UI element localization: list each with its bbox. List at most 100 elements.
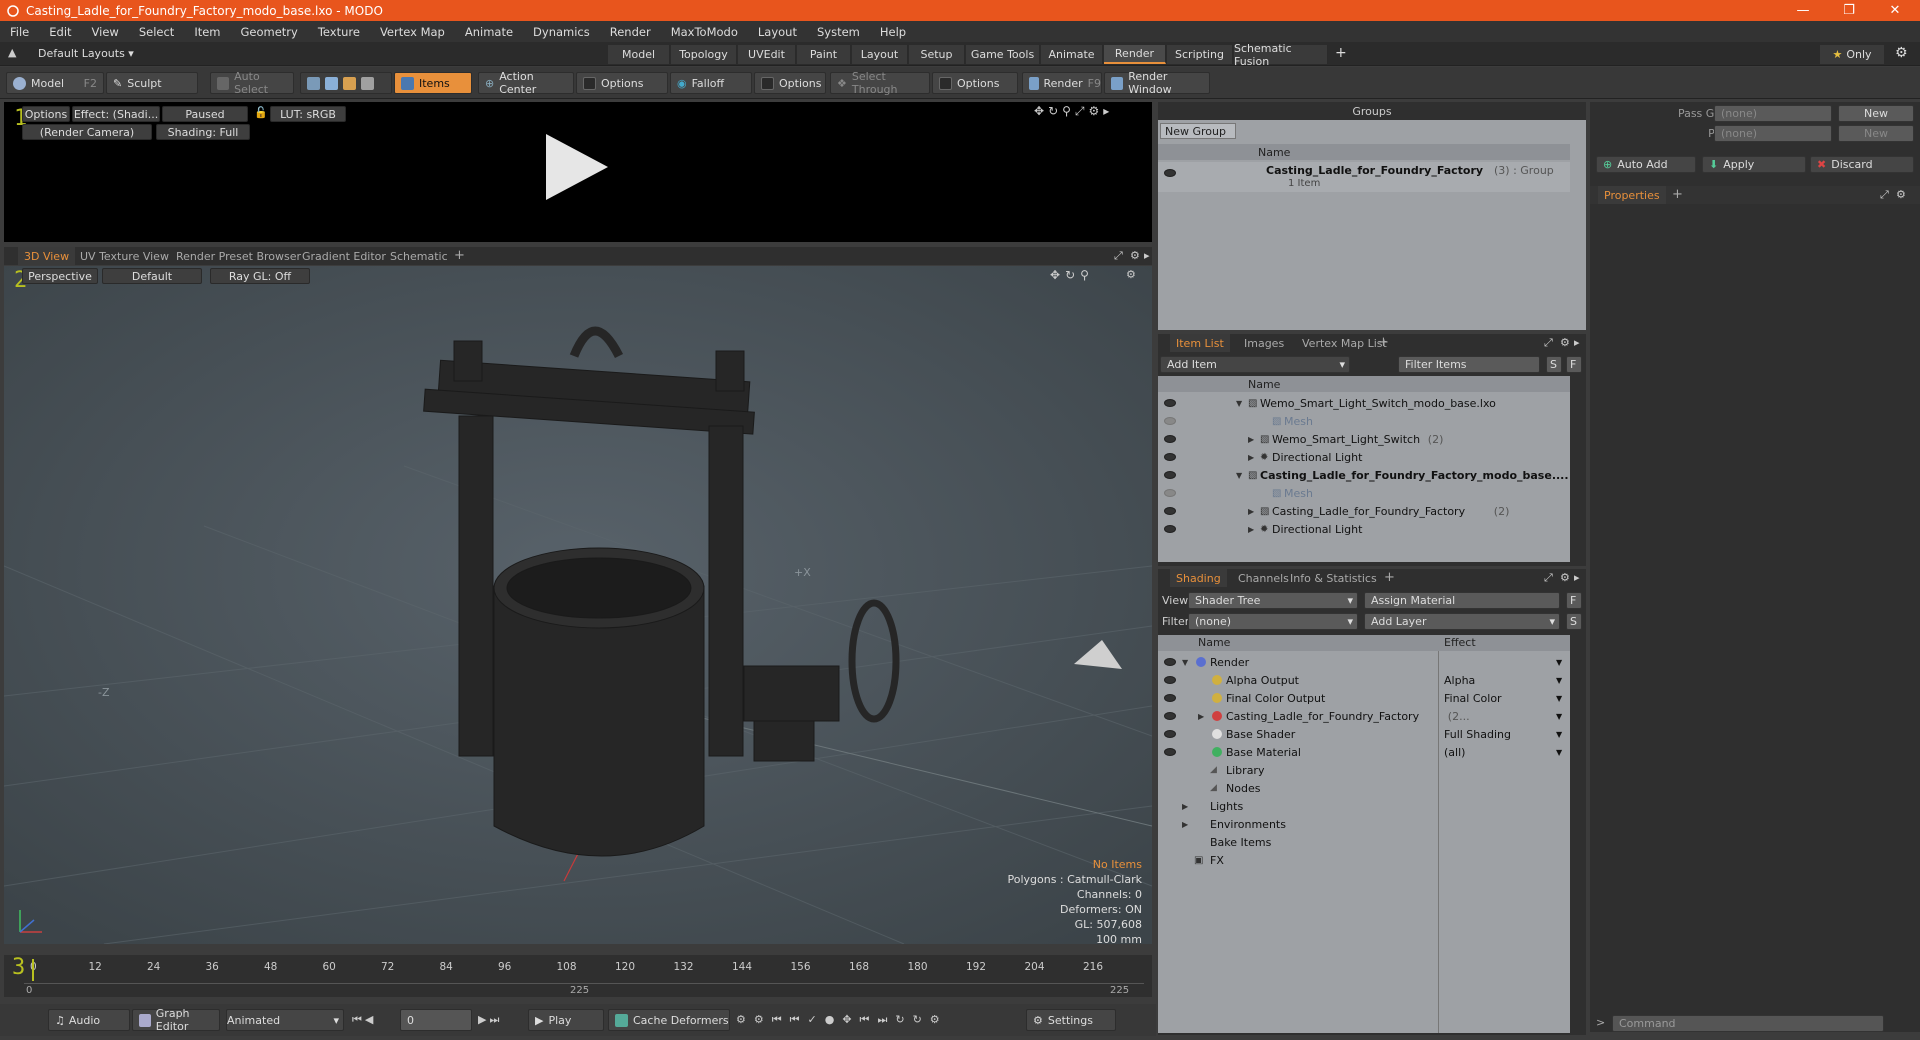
- gear-icon[interactable]: ⚙: [1089, 104, 1104, 118]
- item-list-row[interactable]: ▼ ▧ Wemo_Smart_Light_Switch_modo_base.lxo: [1158, 394, 1570, 412]
- tab-uv-texture-view[interactable]: UV Texture View: [74, 247, 175, 265]
- filter-items-input[interactable]: Filter Items: [1398, 356, 1540, 373]
- edges-mode-icon[interactable]: [325, 76, 338, 90]
- shader-tree-row[interactable]: Alpha Output Alpha ▼: [1158, 671, 1570, 689]
- eye-icon[interactable]: [1164, 417, 1176, 425]
- layout-tab-model[interactable]: Model: [608, 45, 670, 64]
- gear-icon[interactable]: ⚙: [1895, 45, 1908, 61]
- zoom-icon[interactable]: ⚲: [1080, 268, 1094, 282]
- gear-icon[interactable]: ⚙: [1896, 188, 1906, 201]
- raygl-dropdown[interactable]: Ray GL: Off: [210, 268, 310, 284]
- eye-icon[interactable]: [1164, 471, 1176, 479]
- playhead[interactable]: [32, 959, 34, 981]
- vertices-mode-icon[interactable]: [307, 76, 320, 90]
- new-pass-button[interactable]: New: [1838, 125, 1914, 142]
- maximize-icon[interactable]: ⤢: [1544, 571, 1553, 585]
- add-tab-icon[interactable]: +: [1672, 187, 1683, 202]
- eye-icon[interactable]: [1164, 694, 1176, 702]
- new-pass-group-button[interactable]: New: [1838, 105, 1914, 122]
- tab-gradient-editor[interactable]: Gradient Editor: [296, 247, 392, 265]
- menu-item-item[interactable]: Item: [184, 25, 230, 39]
- menu-item-maxtomodo[interactable]: MaxToModo: [661, 25, 748, 39]
- play-button[interactable]: ▶ Play: [528, 1009, 604, 1031]
- model-mode-button[interactable]: Model F2: [6, 72, 104, 94]
- shader-tree-row[interactable]: ▶ Lights: [1158, 797, 1570, 815]
- timeline[interactable]: 3 0 12 24 36 48 60 72 84 96 108 120 132 144 156 168 180…: [4, 955, 1152, 997]
- falloff-options-button[interactable]: Options: [754, 72, 826, 94]
- maximize-icon[interactable]: ⤢: [1880, 188, 1889, 202]
- item-list-row[interactable]: ▶ ▧ Casting_Ladle_for_Foundry_Factory (2): [1158, 502, 1570, 520]
- zoom-icon[interactable]: ⚲: [1062, 104, 1075, 118]
- chevron-right-icon[interactable]: ▶: [1248, 507, 1254, 516]
- item-list-row[interactable]: ▶ ▧ Wemo_Smart_Light_Switch (2): [1158, 430, 1570, 448]
- menu-item-help[interactable]: Help: [870, 25, 916, 39]
- select-through-button[interactable]: ❖ Select Through: [830, 70, 930, 96]
- eye-icon[interactable]: [1164, 507, 1176, 515]
- shader-tree-row[interactable]: ◢ Nodes: [1158, 779, 1570, 797]
- add-tab-icon[interactable]: +: [1378, 335, 1389, 350]
- item-list-row[interactable]: ▶ ✹ Directional Light: [1158, 520, 1570, 538]
- maximize-button[interactable]: ❐: [1826, 0, 1872, 21]
- menu-item-select[interactable]: Select: [129, 25, 184, 39]
- lut-dropdown[interactable]: LUT: sRGB: [270, 106, 346, 122]
- maximize-icon[interactable]: ⤢: [1075, 104, 1089, 118]
- transport-skip-start-icons[interactable]: ⏮◀: [352, 1013, 376, 1027]
- perspective-dropdown[interactable]: Perspective: [22, 268, 98, 284]
- add-layout-icon[interactable]: +: [1335, 45, 1347, 61]
- eye-icon[interactable]: [1164, 676, 1176, 684]
- rotate-icon[interactable]: ↻: [1065, 268, 1080, 282]
- lock-icon[interactable]: 🔓: [254, 106, 268, 119]
- menu-item-layout[interactable]: Layout: [748, 25, 807, 39]
- play-icon[interactable]: [542, 132, 612, 202]
- layout-tab-topology[interactable]: Topology: [671, 45, 737, 64]
- polygons-mode-icon[interactable]: [343, 76, 356, 90]
- chevron-down-icon[interactable]: ▼: [1556, 748, 1562, 757]
- 3d-viewport[interactable]: 2 Perspective Default Ray GL: Off ✥↻⚲ ⚙ …: [4, 266, 1152, 944]
- menu-item-animate[interactable]: Animate: [455, 25, 523, 39]
- auto-add-button[interactable]: ⊕ Auto Add: [1596, 156, 1696, 173]
- materials-mode-icon[interactable]: [361, 76, 374, 90]
- arrow-right-icon[interactable]: ▸: [1103, 104, 1113, 118]
- maximize-icon[interactable]: ⤢: [1114, 249, 1123, 263]
- menu-item-geometry[interactable]: Geometry: [231, 25, 308, 39]
- chevron-down-icon[interactable]: ▼: [1556, 658, 1562, 667]
- eye-icon[interactable]: [1164, 748, 1176, 756]
- gear-icon[interactable]: ⚙: [1130, 249, 1140, 262]
- render-camera-dropdown[interactable]: (Render Camera): [22, 124, 152, 140]
- menu-item-system[interactable]: System: [807, 25, 870, 39]
- rotate-icon[interactable]: ↻: [1048, 104, 1062, 118]
- chevron-right-icon[interactable]: ▶: [1248, 525, 1254, 534]
- action-center-options-button[interactable]: Options: [576, 72, 668, 94]
- eye-icon[interactable]: [1164, 399, 1176, 407]
- chevron-down-icon[interactable]: ▼: [1556, 676, 1562, 685]
- menu-item-render[interactable]: Render: [600, 25, 661, 39]
- settings-button[interactable]: ⚙ Settings: [1026, 1009, 1116, 1031]
- render-options-button[interactable]: Options: [22, 106, 70, 122]
- render-window-button[interactable]: Render Window: [1104, 70, 1210, 96]
- key-tools-icons[interactable]: ⚙⚙⏮⏮✓●✥⏮⏭↻↻⚙: [736, 1013, 948, 1027]
- chevron-right-icon[interactable]: ▶: [1248, 435, 1254, 444]
- tab-shading[interactable]: Shading: [1170, 569, 1227, 587]
- arrow-right-icon[interactable]: ▸: [1574, 571, 1580, 584]
- filter-f-button[interactable]: F: [1566, 356, 1582, 373]
- chevron-right-icon[interactable]: ▶: [1182, 820, 1188, 829]
- shader-tree-row[interactable]: ▶ Casting_Ladle_for_Foundry_Factory (2... ▼: [1158, 707, 1570, 725]
- tab-images[interactable]: Images: [1238, 334, 1290, 352]
- shader-tree-row[interactable]: ◢ Library: [1158, 761, 1570, 779]
- chevron-right-icon[interactable]: ▶: [1182, 802, 1188, 811]
- menu-item-view[interactable]: View: [82, 25, 129, 39]
- assign-material-button[interactable]: Assign Material: [1364, 592, 1560, 609]
- action-center-button[interactable]: ⊕ Action Center: [478, 70, 574, 96]
- eye-icon[interactable]: [1164, 435, 1176, 443]
- chevron-down-icon[interactable]: ▼: [1556, 694, 1562, 703]
- passes-dropdown[interactable]: (none): [1714, 125, 1832, 142]
- add-view-tab-icon[interactable]: +: [454, 248, 465, 263]
- gear-icon[interactable]: ⚙: [1560, 571, 1570, 584]
- gear-icon[interactable]: ⚙: [1126, 268, 1136, 281]
- chevron-right-icon[interactable]: ▶: [1198, 712, 1204, 721]
- layout-tab-setup[interactable]: Setup: [909, 45, 965, 64]
- arrow-right-icon[interactable]: ▸: [1144, 249, 1150, 262]
- falloff-button[interactable]: ◉ Falloff: [670, 72, 752, 94]
- eye-icon[interactable]: [1164, 712, 1176, 720]
- shading-filter-dropdown[interactable]: (none) ▾: [1188, 613, 1358, 630]
